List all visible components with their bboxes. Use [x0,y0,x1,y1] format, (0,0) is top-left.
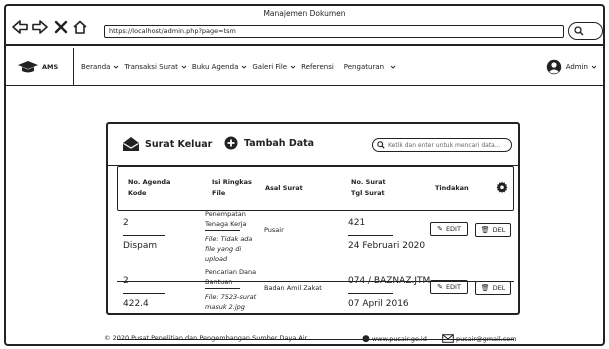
row-isi-ringkas: Pencarian Dana Bantuan [205,268,257,286]
menu-buku-agenda[interactable]: Buku Agenda [192,63,247,71]
trash-icon: 🗑 [480,284,490,292]
surat-keluar-card: Surat Keluar Tambah Data Ketik dan enter… [106,122,520,340]
header-asal-surat: Asal Surat [265,184,303,192]
edit-button[interactable]: ✎ EDIT [430,280,468,294]
trash-icon: 🗑 [480,226,490,234]
user-menu[interactable]: Admin [546,48,597,86]
main-menu: Beranda Transaksi Surat Buku Agenda Gale… [81,48,401,86]
cell-divider [123,235,165,236]
menu-galeri-file[interactable]: Galeri File [252,63,296,71]
chevron-down-icon [181,65,187,69]
row-isi-ringkas: Penempatan Tenaga Kerja [205,210,247,228]
delete-button[interactable]: 🗑 DEL [475,223,511,237]
window-title: Manajemen Dokumen [263,9,346,18]
row-no-agenda: 2 [123,218,129,228]
row-no-surat: 421 [348,218,366,228]
edit-button[interactable]: ✎ EDIT [430,222,468,236]
header-no-surat: No. Surat [351,178,386,186]
browser-bar: Manajemen Dokumen https://localhost/admi… [6,6,603,46]
row-asal-surat: Pusair [264,226,284,234]
menu-transaksi-surat[interactable]: Transaksi Surat [124,63,187,71]
row-file: File: 7523-surat masuk 2.jpg [205,293,257,311]
browser-window: Manajemen Dokumen https://localhost/admi… [4,4,605,346]
header-file: File [212,189,226,197]
gear-icon[interactable] [496,181,508,193]
row-tgl-surat: 24 Februari 2020 [348,241,426,251]
close-icon[interactable] [53,20,69,34]
cell-divider [205,230,240,231]
chevron-down-icon [242,65,247,69]
table-row: 2 422.4 Pencarian Dana Bantuan File: 752… [117,268,514,340]
menu-pengaturan[interactable]: Pengaturan [344,63,396,71]
footer-website-link[interactable]: ● www.pusair.go.id [362,334,427,344]
globe-icon: ● [362,334,370,344]
footer-copyright: © 2020 Pusat Penelitian dan Pengembangan… [104,334,308,342]
header-tgl-surat: Tgl Surat [351,189,385,197]
table-header: No. Agenda Kode Isi Ringkas File Asal Su… [117,166,514,211]
app-logo[interactable]: AMS [6,48,74,86]
tambah-data-button[interactable]: Tambah Data [224,136,314,150]
card-header: Surat Keluar Tambah Data Ketik dan enter… [108,124,518,166]
cell-divider [348,293,393,294]
cell-divider [205,288,240,289]
url-bar[interactable]: https://localhost/admin.php?page=tsm [104,25,564,38]
menu-beranda[interactable]: Beranda [81,63,119,71]
row-no-surat: 074 / BAZNAZ.JTM [348,276,431,286]
table-row: 2 Dispam Penempatan Tenaga Kerja File: T… [117,210,514,282]
home-icon[interactable] [72,20,88,34]
search-input[interactable]: Ketik dan enter untuk mencari data... [372,138,512,152]
footer-email-link[interactable]: pusair@gmail.com [442,334,517,343]
envelope-open-icon [123,137,139,151]
delete-button[interactable]: 🗑 DEL [475,281,511,295]
pencil-icon: ✎ [437,225,443,233]
chevron-down-icon [290,65,296,69]
plus-circle-icon [224,136,238,150]
cell-divider [123,293,165,294]
card-title: Surat Keluar [122,136,212,152]
cell-divider [348,235,393,236]
row-tgl-surat: 07 April 2016 [348,299,409,309]
header-kode: Kode [128,189,147,197]
chevron-down-icon [114,65,119,69]
logo-text: AMS [42,63,59,71]
chevron-down-icon [591,65,597,69]
back-icon[interactable] [12,20,28,34]
row-file: File: Tidak ada file yang di upload [205,235,253,263]
header-isi-ringkas: Isi Ringkas [212,178,252,186]
row-kode: 422.4 [123,299,149,309]
search-placeholder: Ketik dan enter untuk mencari data... [388,141,501,149]
header-tindakan: Tindakan [435,184,469,192]
browser-search-button[interactable] [568,22,603,40]
pencil-icon: ✎ [437,283,443,291]
row-no-agenda: 2 [123,276,129,286]
search-icon [377,141,385,149]
graduation-cap-icon [18,61,38,73]
search-icon [574,26,584,36]
user-avatar-icon [546,59,561,75]
mail-icon [442,334,454,343]
menu-referensi[interactable]: Referensi [301,63,334,71]
row-kode: Dispam [123,241,158,251]
header-no-agenda: No. Agenda [128,178,171,186]
app-navbar: AMS Beranda Transaksi Surat Buku Agenda … [6,48,603,86]
forward-icon[interactable] [32,20,48,34]
row-asal-surat: Badan Amil Zakat [264,284,322,292]
user-name: Admin [565,63,588,71]
chevron-down-icon [390,65,396,69]
